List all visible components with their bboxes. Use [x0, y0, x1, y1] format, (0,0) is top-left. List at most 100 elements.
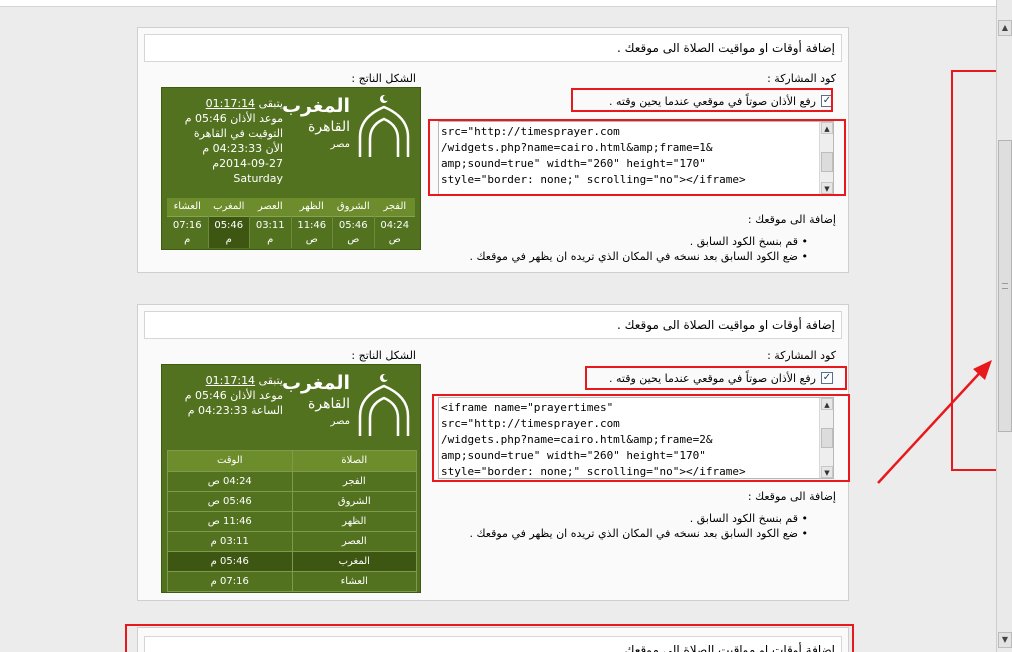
- widget-info-lines: يتبقى 01:17:14 موعد الأذان 05:46 م الساع…: [185, 373, 283, 418]
- annotation-box-checkbox-1: [571, 88, 833, 112]
- clock-label: الساعة: [250, 404, 283, 417]
- prayer-column: الظهر 11:46 ص: [290, 198, 332, 248]
- page-scrollbar[interactable]: ▲ ▼: [996, 0, 1012, 652]
- country-name: مصر: [330, 416, 350, 427]
- prayer-time-value: 03:11: [255, 220, 285, 231]
- prayer-widget-preview: المغرب القاهرة مصر يتبقى 01:17:14 موعد ا…: [161, 87, 421, 250]
- prayer-column-current: المغرب 05:46 م: [207, 198, 249, 248]
- prayer-ampm: م: [184, 234, 191, 245]
- prayer-time: 03:11 م: [250, 216, 291, 248]
- remaining-label: يتبقى: [258, 97, 283, 110]
- share-code-label: كود المشاركة :: [767, 349, 836, 362]
- preview-label: الشكل الناتج :: [351, 72, 416, 85]
- prayer-time: 05:46 م: [210, 556, 249, 567]
- prayer-time: 07:16 م: [167, 216, 208, 248]
- widget-info-lines: يتبقى 01:17:14 موعد الأذان 05:46 م التوق…: [185, 96, 283, 186]
- prayer-name: العصر: [250, 198, 291, 216]
- now-label: الأن: [265, 142, 283, 155]
- list-item: ضع الكود السابق بعد نسخه في المكان الذي …: [470, 249, 808, 264]
- now-value: 04:23:33 م: [202, 142, 263, 155]
- prayer-name: العصر: [291, 532, 417, 551]
- prayer-times-table: الصلاة الوقت الفجر 04:24 ص الشروق 05:46 ص ا…: [167, 450, 417, 592]
- prayer-time: 04:24 ص: [207, 476, 252, 487]
- prayer-column: الشروق 05:46 ص: [332, 198, 374, 248]
- prayer-name: الشروق: [291, 492, 417, 511]
- prayer-ampm: م: [225, 234, 232, 245]
- prayer-name: الظهر: [291, 512, 417, 531]
- table-header-row: الصلاة الوقت: [168, 451, 416, 471]
- column-header: الوقت: [216, 455, 243, 466]
- prayer-time: 05:46 م: [208, 216, 249, 248]
- prayer-time: 07:16 م: [210, 576, 249, 587]
- list-item: قم بنسخ الكود السابق .: [470, 234, 808, 249]
- thumb-grip: [1002, 283, 1008, 289]
- annotation-box-panel-3: [125, 624, 854, 652]
- current-prayer-name: المغرب: [281, 372, 350, 394]
- prayer-ampm: ص: [305, 234, 318, 245]
- prayer-column: العشاء 07:16 م: [167, 198, 208, 248]
- annotation-box-code-2: [432, 394, 850, 482]
- top-strip: [0, 0, 996, 7]
- preview-label: الشكل الناتج :: [351, 349, 416, 362]
- prayer-widget-preview: المغرب القاهرة مصر يتبقى 01:17:14 موعد ا…: [161, 364, 421, 593]
- adhan-time-value: 05:46 م: [184, 112, 227, 125]
- mosque-icon: [358, 95, 410, 157]
- city-name: القاهرة: [308, 396, 350, 412]
- arrow-down-icon[interactable]: ▼: [998, 632, 1012, 648]
- date-value: 2014-09-27م: [212, 157, 283, 170]
- prayer-time: 05:46 ص: [333, 216, 374, 248]
- clock-value: 04:23:33 م: [187, 404, 248, 417]
- prayer-time: 11:46 ص: [291, 216, 332, 248]
- table-row: الشروق 05:46 ص: [168, 491, 416, 511]
- day-value: Saturday: [233, 172, 283, 185]
- prayer-name: الشروق: [333, 198, 374, 216]
- prayer-column: الفجر 04:24 ص: [373, 198, 415, 248]
- add-to-site-heading: إضافة الى موقعك :: [747, 490, 836, 503]
- remaining-value: 01:17:14: [205, 97, 256, 110]
- column-header: الصلاة: [291, 451, 417, 471]
- prayer-time: 11:46 ص: [207, 516, 252, 527]
- current-prayer-name: المغرب: [281, 95, 350, 117]
- prayer-time-value: 11:46: [297, 220, 327, 231]
- prayer-name: العشاء: [291, 572, 417, 591]
- remaining-label: يتبقى: [258, 374, 283, 387]
- table-row: الظهر 11:46 ص: [168, 511, 416, 531]
- table-row: الفجر 04:24 ص: [168, 471, 416, 491]
- list-item: قم بنسخ الكود السابق .: [470, 511, 808, 526]
- country-name: مصر: [330, 139, 350, 150]
- prayer-ampm: م: [267, 234, 274, 245]
- prayer-ampm: ص: [388, 234, 401, 245]
- adhan-time-label: موعد الأذان: [230, 389, 283, 402]
- prayer-name: المغرب: [208, 198, 249, 216]
- share-code-label: كود المشاركة :: [767, 72, 836, 85]
- prayer-ampm: ص: [347, 234, 360, 245]
- prayer-time-value: 05:46: [214, 220, 244, 231]
- prayer-time: 04:24 ص: [374, 216, 415, 248]
- prayer-name: الفجر: [374, 198, 415, 216]
- city-name: القاهرة: [308, 119, 350, 135]
- scroll-thumb[interactable]: [998, 140, 1012, 432]
- adhan-time-label: موعد الأذان: [230, 112, 283, 125]
- table-row-current: المغرب 05:46 م: [168, 551, 416, 571]
- remaining-value: 01:17:14: [205, 374, 256, 387]
- prayer-name: الظهر: [291, 198, 332, 216]
- prayer-name: العشاء: [167, 198, 208, 216]
- prayer-time: 05:46 ص: [207, 496, 252, 507]
- panel-title: إضافة أوقات او مواقيت الصلاة الى موقعك .: [144, 34, 842, 62]
- prayer-column: العصر 03:11 م: [249, 198, 291, 248]
- panel-title: إضافة أوقات او مواقيت الصلاة الى موقعك .: [144, 311, 842, 339]
- prayer-time-value: 04:24: [380, 220, 410, 231]
- prayer-time: 03:11 م: [210, 536, 249, 547]
- arrow-up-icon[interactable]: ▲: [998, 20, 1012, 36]
- prayer-name: الفجر: [291, 472, 417, 491]
- annotation-box-code-1: [428, 119, 846, 196]
- prayer-times-grid: الفجر 04:24 ص الشروق 05:46 ص الظهر 11:46 ص الع…: [167, 198, 415, 248]
- table-row: العصر 03:11 م: [168, 531, 416, 551]
- mosque-icon: [358, 374, 410, 436]
- annotation-box-checkbox-2: [585, 366, 847, 390]
- timezone-label: التوقيت في القاهرة: [193, 127, 283, 140]
- steps-list: قم بنسخ الكود السابق . ضع الكود السابق ب…: [470, 511, 808, 541]
- steps-list: قم بنسخ الكود السابق . ضع الكود السابق ب…: [470, 234, 808, 264]
- table-row: العشاء 07:16 م: [168, 571, 416, 591]
- adhan-time-value: 05:46 م: [184, 389, 227, 402]
